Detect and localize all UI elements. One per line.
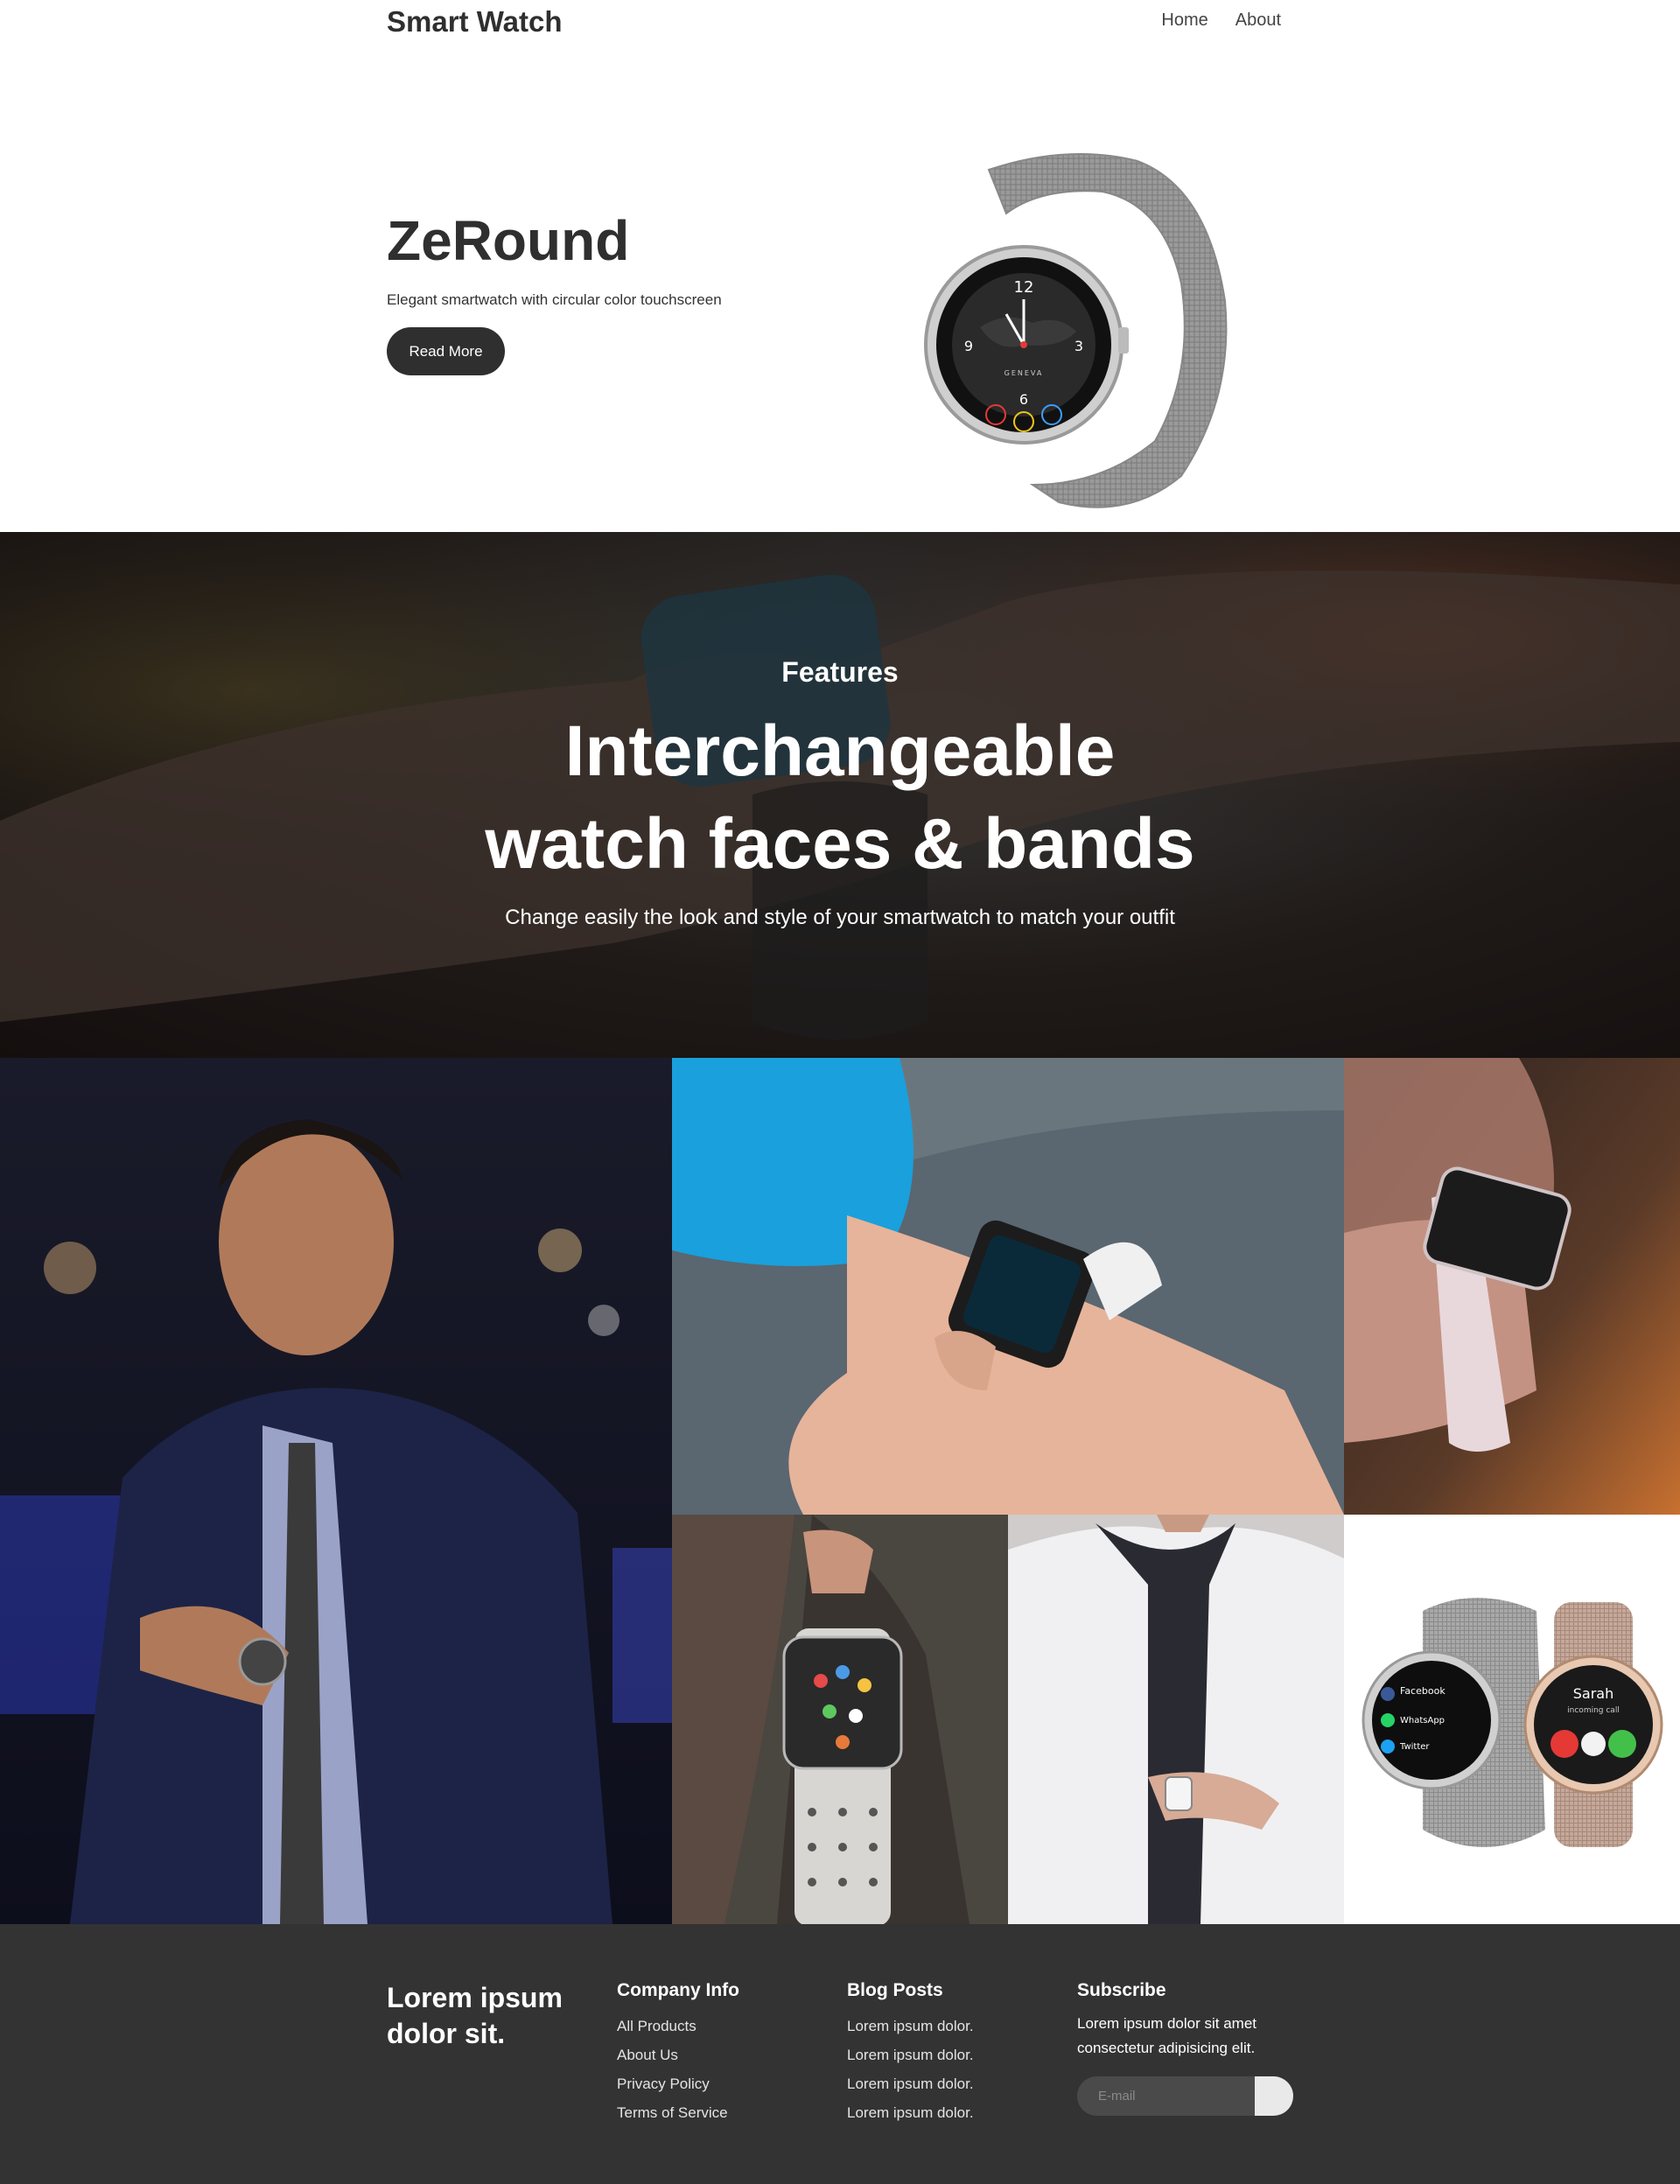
footer-blog-post[interactable]: Lorem ipsum dolor. <box>847 2040 974 2069</box>
features-title: Interchangeable watch faces & bands <box>0 705 1680 891</box>
dial-brand: GENEVA <box>1004 369 1044 377</box>
dial-12: 12 <box>1014 278 1034 297</box>
gallery-image-product-watches: Facebook WhatsApp Twitter Sarah incoming… <box>1344 1515 1680 1924</box>
caller-name: Sarah <box>1573 1685 1614 1702</box>
gallery-grid: Facebook WhatsApp Twitter Sarah incoming… <box>0 1058 1680 1924</box>
footer-blog-post[interactable]: Lorem ipsum dolor. <box>847 2012 974 2040</box>
footer-subscribe-heading: Subscribe <box>1077 1980 1166 2000</box>
footer-blog-column: Blog Posts Lorem ipsum dolor. Lorem ipsu… <box>847 1980 974 2127</box>
dial-3: 3 <box>1074 338 1083 354</box>
footer-company-heading: Company Info <box>617 1980 739 2000</box>
footer-blog-post[interactable]: Lorem ipsum dolor. <box>847 2069 974 2098</box>
footer-link-about-us[interactable]: About Us <box>617 2040 739 2069</box>
footer-blog-heading: Blog Posts <box>847 1980 943 2000</box>
footer-link-privacy-policy[interactable]: Privacy Policy <box>617 2069 739 2098</box>
read-more-button[interactable]: Read More <box>387 327 505 375</box>
hero-subtitle: Elegant smartwatch with circular color t… <box>387 291 722 308</box>
gallery-image-man-in-suit <box>0 1058 672 1924</box>
footer-brand: Lorem ipsum dolor sit. <box>387 1982 563 2049</box>
nav-home-link[interactable]: Home <box>1161 10 1208 31</box>
brand-logo[interactable]: Smart Watch <box>387 5 562 38</box>
dial-6: 6 <box>1019 391 1028 408</box>
footer-blog-post[interactable]: Lorem ipsum dolor. <box>847 2098 974 2127</box>
footer-link-terms[interactable]: Terms of Service <box>617 2098 739 2127</box>
features-subtitle: Change easily the look and style of your… <box>505 906 1175 929</box>
nav-about-link[interactable]: About <box>1236 10 1281 31</box>
site-header: Smart Watch Home About <box>0 0 1680 46</box>
features-title-line-1: Interchangeable <box>564 711 1116 791</box>
gallery-image-white-band-watch <box>672 1515 1008 1924</box>
hero-watch-image: 12 3 6 9 GENEVA <box>924 153 1228 546</box>
dial-9: 9 <box>964 338 973 354</box>
features-section: Features Interchangeable watch faces & b… <box>0 532 1680 1058</box>
footer-company-column: Company Info All Products About Us Priva… <box>617 1980 739 2127</box>
hero-title: ZeRound <box>387 209 630 272</box>
features-title-line-2: watch faces & bands <box>485 804 1195 884</box>
features-label: Features <box>781 656 899 688</box>
notification-facebook: Facebook <box>1400 1685 1446 1697</box>
footer-subscribe-column: Subscribe Lorem ipsum dolor sit amet con… <box>1077 1980 1293 2116</box>
notification-twitter: Twitter <box>1399 1742 1430 1752</box>
call-status: incoming call <box>1567 1706 1620 1715</box>
email-input[interactable] <box>1077 2076 1255 2116</box>
notification-whatsapp: WhatsApp <box>1400 1716 1445 1726</box>
hero-section: ZeRound Elegant smartwatch with circular… <box>0 46 1680 546</box>
gallery-image-pink-band-watch <box>1344 1058 1680 1515</box>
subscribe-form <box>1077 2076 1293 2116</box>
main-nav: Home About <box>1161 10 1281 31</box>
subscribe-button[interactable] <box>1255 2076 1293 2116</box>
footer-subscribe-text: Lorem ipsum dolor sit amet consectetur a… <box>1077 2015 1257 2056</box>
gallery-image-woman-white-shirt <box>1008 1515 1344 1924</box>
gallery-image-blue-sleeve-watch <box>672 1058 1344 1515</box>
footer-link-all-products[interactable]: All Products <box>617 2012 739 2040</box>
site-footer: Lorem ipsum dolor sit. Company Info All … <box>0 1924 1680 2184</box>
